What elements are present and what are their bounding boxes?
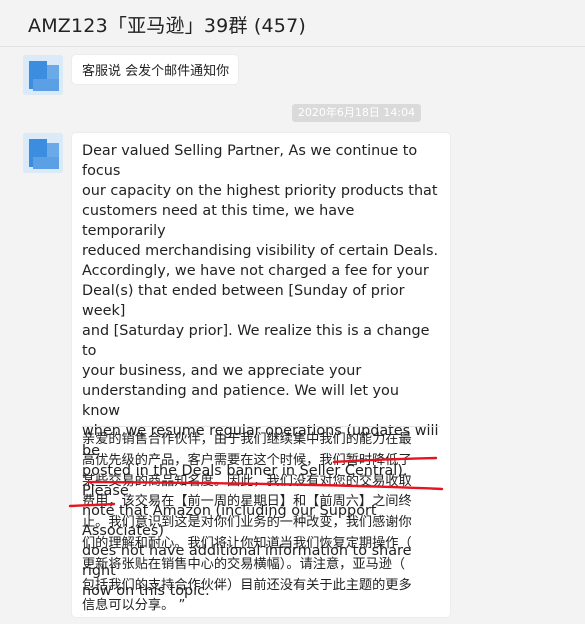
- red-underline-annotation: [68, 456, 444, 508]
